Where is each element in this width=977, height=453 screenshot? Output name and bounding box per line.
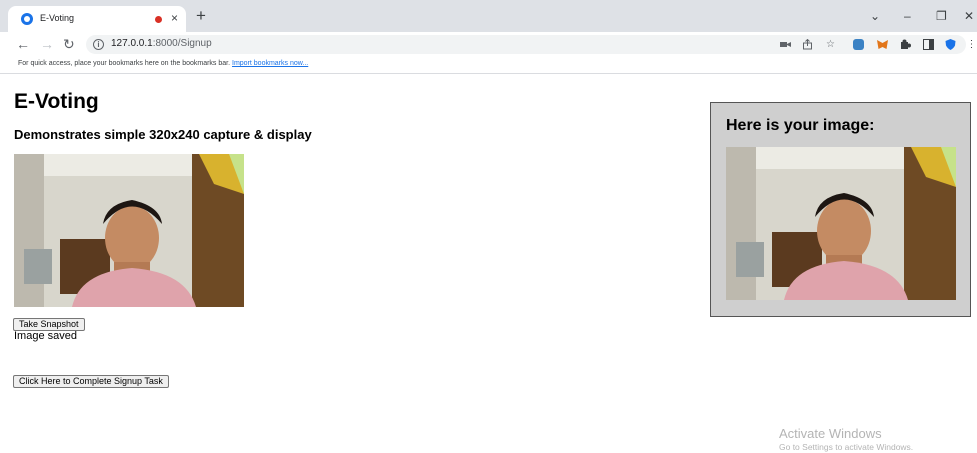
address-bar[interactable]: i 127.0.0.1:8000/Signup ☆	[86, 35, 966, 54]
kebab-menu-icon[interactable]: ⋮	[966, 39, 977, 50]
star-icon[interactable]: ☆	[825, 39, 836, 50]
video-camera-icon[interactable]	[780, 39, 791, 50]
recording-indicator-icon	[155, 16, 162, 23]
back-button[interactable]: ←	[16, 36, 30, 52]
status-message: Image saved	[14, 330, 77, 342]
page-title: E-Voting	[14, 90, 99, 113]
browser-toolbar: ← → ↻ i 127.0.0.1:8000/Signup ☆ ⋮	[0, 32, 977, 56]
windows-activation-watermark: Activate Windows Go to Settings to activ…	[779, 426, 913, 452]
import-bookmarks-link[interactable]: Import bookmarks now...	[232, 60, 308, 67]
url-host: 127.0.0.1	[111, 38, 153, 49]
bookmarks-bar: For quick access, place your bookmarks h…	[0, 56, 977, 74]
captured-image-title: Here is your image:	[726, 117, 875, 134]
page-subtitle: Demonstrates simple 320x240 capture & di…	[14, 127, 312, 142]
adblock-icon[interactable]	[853, 39, 864, 50]
tab-search-icon[interactable]: ⌄	[870, 9, 880, 23]
watermark-title: Activate Windows	[779, 426, 882, 441]
webcam-live-feed	[14, 154, 244, 307]
url-path: :8000/Signup	[152, 38, 212, 49]
reload-button[interactable]: ↻	[63, 36, 75, 52]
watermark-subtitle: Go to Settings to activate Windows.	[779, 442, 914, 452]
forward-button[interactable]: →	[40, 36, 54, 52]
minimize-button[interactable]: –	[904, 9, 911, 23]
side-panel-icon[interactable]	[923, 39, 934, 50]
bookmarks-hint-text: For quick access, place your bookmarks h…	[18, 60, 231, 67]
tab-strip: E-Voting × + ⌄ – ❐ ✕	[0, 0, 977, 32]
tab-evoting[interactable]: E-Voting ×	[8, 6, 186, 32]
tab-close-icon[interactable]: ×	[171, 11, 178, 25]
metamask-fox-icon[interactable]	[877, 39, 888, 50]
shield-icon[interactable]	[945, 39, 956, 50]
bookmarks-hint: For quick access, place your bookmarks h…	[18, 60, 308, 67]
complete-signup-button[interactable]: Click Here to Complete Signup Task	[13, 375, 169, 388]
puzzle-extensions-icon[interactable]	[900, 39, 911, 50]
share-icon[interactable]	[802, 38, 813, 50]
url-text: 127.0.0.1:8000/Signup	[111, 38, 212, 49]
new-tab-button[interactable]: +	[196, 7, 206, 25]
captured-snapshot-image	[726, 147, 956, 300]
globe-favicon-icon	[21, 13, 33, 25]
restore-button[interactable]: ❐	[936, 9, 947, 23]
tab-title: E-Voting	[40, 13, 75, 23]
site-info-icon[interactable]: i	[93, 39, 104, 50]
close-window-button[interactable]: ✕	[964, 9, 974, 23]
captured-image-panel: Here is your image:	[710, 102, 971, 317]
